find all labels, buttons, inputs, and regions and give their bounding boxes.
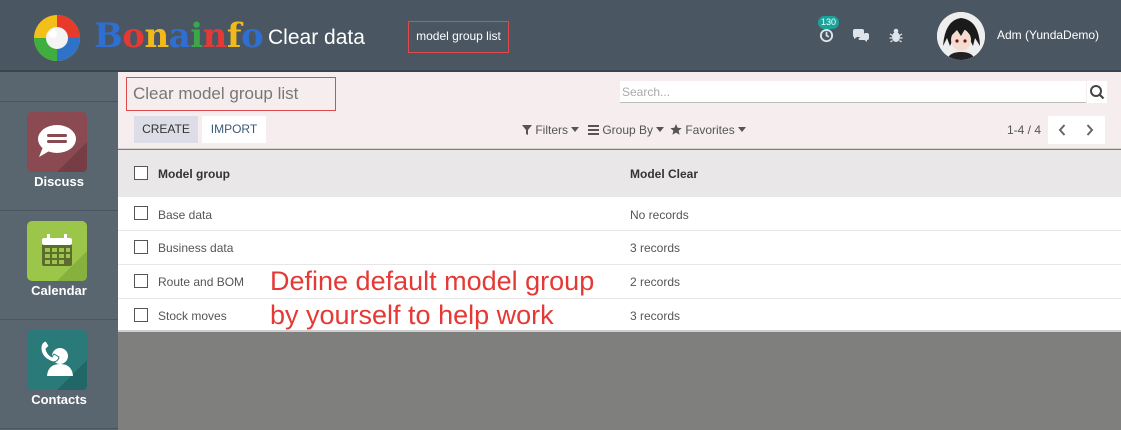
breadcrumb[interactable]: model group list bbox=[408, 21, 509, 53]
caret-down-icon bbox=[738, 127, 747, 132]
annotation-line-2: by yourself to help work bbox=[270, 300, 554, 330]
chevron-right-icon[interactable] bbox=[1086, 124, 1094, 136]
search-input[interactable] bbox=[620, 81, 1086, 103]
caret-down-icon bbox=[571, 127, 580, 132]
model-group-cell: Route and BOM bbox=[158, 275, 245, 289]
caret-down-icon bbox=[656, 127, 665, 132]
row-checkbox[interactable] bbox=[134, 308, 148, 322]
sidebar-item-label: Contacts bbox=[31, 392, 87, 407]
search-bar bbox=[620, 81, 1107, 103]
user-menu[interactable]: Adm (YundaDemo) bbox=[997, 28, 1099, 42]
favorites-label: Favorites bbox=[685, 123, 735, 137]
annotation-line-1: Define default model group bbox=[270, 266, 595, 296]
filters-dropdown[interactable]: Filters bbox=[522, 123, 580, 137]
model-clear-cell: 2 records bbox=[630, 275, 681, 289]
sidebar-item-contacts[interactable]: Contacts bbox=[0, 320, 118, 429]
chevron-left-icon[interactable] bbox=[1058, 124, 1066, 136]
brand-name[interactable]: Bonainfo bbox=[94, 16, 264, 56]
logo-icon[interactable] bbox=[32, 13, 82, 63]
model-clear-cell: 3 records bbox=[630, 309, 681, 323]
select-all-checkbox[interactable] bbox=[134, 166, 148, 180]
model-clear-cell: No records bbox=[630, 208, 689, 222]
calendar-tile bbox=[27, 221, 87, 281]
model-group-cell: Base data bbox=[158, 208, 213, 222]
list-icon bbox=[588, 125, 599, 135]
table-row[interactable]: Stock moves 3 records bbox=[118, 299, 1121, 333]
column-header-model-group[interactable]: Model group bbox=[158, 167, 230, 181]
model-group-cell: Business data bbox=[158, 241, 234, 255]
sidebar-item-discuss[interactable]: Discuss bbox=[0, 102, 118, 211]
sidebar-item-calendar[interactable]: Calendar bbox=[0, 211, 118, 320]
model-group-cell: Stock moves bbox=[158, 309, 227, 323]
sidebar-item-label: Discuss bbox=[34, 174, 84, 189]
clock-icon[interactable] bbox=[819, 28, 834, 43]
model-clear-cell: 3 records bbox=[630, 241, 681, 255]
filters-label: Filters bbox=[535, 123, 569, 137]
sidebar-spacer bbox=[0, 72, 118, 102]
annotation-text: Define default model group by yourself t… bbox=[270, 264, 594, 332]
page-title: Clear model group list bbox=[126, 77, 336, 111]
star-icon bbox=[670, 124, 682, 135]
records-table: Model group Model Clear Base data No rec… bbox=[118, 150, 1121, 332]
table-header: Model group Model Clear bbox=[118, 150, 1121, 197]
control-panel: Clear model group list CREATE IMPORT Fil… bbox=[118, 72, 1121, 149]
row-checkbox[interactable] bbox=[134, 240, 148, 254]
create-button[interactable]: CREATE bbox=[134, 116, 198, 143]
row-checkbox[interactable] bbox=[134, 206, 148, 220]
activity-badge: 130 bbox=[818, 16, 840, 29]
top-navbar: Bonainfo Clear data model group list 130… bbox=[0, 0, 1121, 72]
column-header-model-clear[interactable]: Model Clear bbox=[630, 167, 698, 181]
chat-icon[interactable] bbox=[852, 29, 870, 43]
pager-value[interactable]: 1-4 / 4 bbox=[1007, 123, 1041, 137]
table-row[interactable]: Base data No records bbox=[118, 197, 1121, 231]
app-title: Clear data bbox=[268, 26, 365, 49]
app-sidebar: Discuss Calendar Contacts bbox=[0, 72, 118, 430]
chat-bubble-icon bbox=[38, 125, 87, 172]
sidebar-item-label: Calendar bbox=[31, 283, 87, 298]
group-by-dropdown[interactable]: Group By bbox=[588, 123, 665, 137]
contacts-icon bbox=[40, 340, 87, 390]
group-by-label: Group By bbox=[602, 123, 654, 137]
filter-icon bbox=[522, 125, 532, 135]
user-avatar[interactable] bbox=[937, 12, 985, 60]
calendar-icon bbox=[42, 234, 87, 281]
bug-icon[interactable] bbox=[889, 28, 903, 43]
table-row[interactable]: Route and BOM 2 records bbox=[118, 265, 1121, 299]
table-row[interactable]: Business data 3 records bbox=[118, 231, 1121, 265]
discuss-tile bbox=[27, 112, 87, 172]
row-checkbox[interactable] bbox=[134, 274, 148, 288]
pager-buttons bbox=[1048, 116, 1105, 144]
import-button[interactable]: IMPORT bbox=[202, 116, 266, 143]
contacts-tile bbox=[27, 330, 87, 390]
search-icon[interactable] bbox=[1087, 81, 1107, 103]
favorites-dropdown[interactable]: Favorites bbox=[670, 123, 747, 137]
